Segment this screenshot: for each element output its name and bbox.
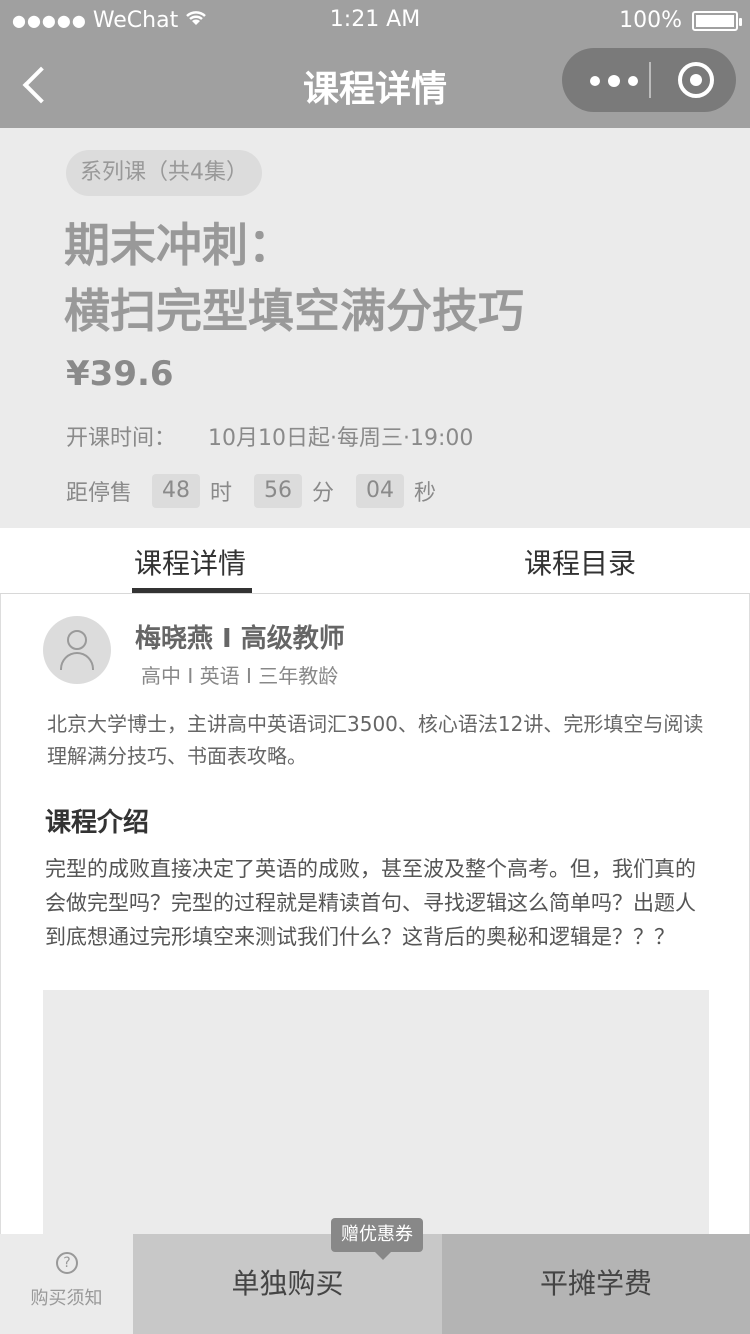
capsule-divider (649, 62, 651, 98)
teacher-avatar (43, 616, 111, 684)
tab-bar: 课程详情 课程目录 (0, 528, 750, 594)
avatar-body-icon (60, 652, 94, 670)
countdown-hours-unit: 时 (210, 481, 233, 506)
battery-icon (692, 10, 742, 31)
course-title: 期末冲刺： 横扫完型填空满分技巧 (64, 212, 704, 344)
open-time-label: 开课时间： (66, 426, 177, 451)
avatar-head-icon (67, 630, 87, 650)
mini-program-capsule (562, 48, 736, 112)
purchase-notice-label: 购买须知 (30, 1288, 103, 1309)
coupon-tag: 赠优惠券 (331, 1218, 423, 1260)
course-price: ¥39.6 (66, 354, 174, 394)
open-time-value: 10月10日起·每周三·19:00 (208, 426, 474, 451)
more-icon[interactable] (584, 66, 674, 94)
tab-course-detail[interactable]: 课程详情 (134, 542, 246, 582)
countdown-hours: 48 (152, 474, 201, 508)
course-title-line2: 横扫完型填空满分技巧 (64, 284, 524, 338)
intro-image-placeholder (43, 990, 709, 1250)
countdown-minutes-unit: 分 (312, 481, 335, 506)
teacher-meta: 高中 I 英语 I 三年教龄 (141, 664, 339, 688)
course-title-line1: 期末冲刺： (64, 218, 294, 272)
close-target-icon[interactable] (678, 62, 714, 98)
sale-countdown: 距停售 48 时 56 分 04 秒 (66, 474, 436, 508)
teacher-name: 梅晓燕 I 高级教师 (135, 624, 345, 654)
split-tuition-button[interactable]: 平摊学费 (442, 1234, 750, 1334)
teacher-bio: 北京大学博士，主讲高中英语词汇3500、核心语法12讲、完形填空与阅读理解满分技… (47, 712, 704, 768)
status-bar: ●●●●● WeChat 1:21 AM 100% (0, 0, 750, 40)
nav-bar: 课程详情 (0, 40, 750, 128)
question-icon: ? (56, 1252, 78, 1274)
open-time: 开课时间： 10月10日起·每周三·19:00 (66, 420, 473, 452)
tab-course-catalog[interactable]: 课程目录 (524, 542, 636, 582)
intro-heading: 课程介绍 (45, 808, 150, 838)
countdown-label: 距停售 (66, 481, 133, 506)
purchase-notice-button[interactable]: ? 购买须知 (0, 1234, 133, 1334)
active-tab-indicator (132, 588, 252, 593)
countdown-minutes: 56 (254, 474, 303, 508)
countdown-seconds: 04 (356, 474, 405, 508)
series-badge: 系列课（共4集） (66, 150, 262, 196)
intro-text: 完型的成败直接决定了英语的成败，甚至波及整个高考。但，我们真的会做完型吗？完型的… (45, 857, 696, 949)
battery-percent: 100% (619, 8, 682, 33)
course-header: 系列课（共4集） 期末冲刺： 横扫完型填空满分技巧 ¥39.6 开课时间： 10… (0, 128, 750, 528)
countdown-seconds-unit: 秒 (414, 481, 437, 506)
status-right: 100% (619, 8, 742, 33)
